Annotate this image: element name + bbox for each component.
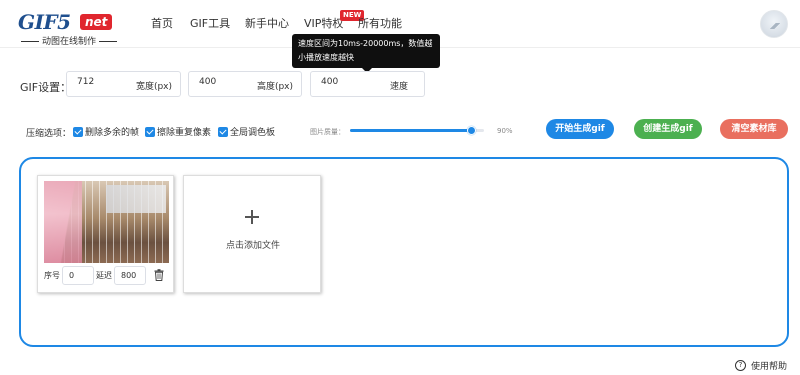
- nav-home[interactable]: 首页: [151, 15, 173, 31]
- create-generate-button[interactable]: 创建生成gif: [634, 119, 702, 139]
- question-circle-icon: ?: [735, 360, 746, 371]
- clear-library-button[interactable]: 清空素材库: [720, 119, 788, 139]
- logo[interactable]: GIF5 net 动图在线制作: [18, 10, 118, 47]
- frame-delay-input[interactable]: 800: [114, 266, 146, 285]
- nav-beginner-center[interactable]: 新手中心: [245, 15, 289, 31]
- trash-icon[interactable]: [154, 269, 164, 281]
- frame-card[interactable]: 序号 0 延迟 800: [37, 175, 174, 293]
- gif-settings-label: GIF设置：: [20, 81, 72, 94]
- nav-vip[interactable]: VIP特权: [304, 15, 343, 31]
- height-suffix: 高度(px): [256, 82, 293, 92]
- checkbox-label: 擦除重复像素: [157, 128, 212, 138]
- checkbox-global-palette[interactable]: 全局调色板: [218, 125, 275, 138]
- quality-slider[interactable]: [350, 126, 484, 135]
- avatar[interactable]: [760, 10, 788, 38]
- quality-label: 图片质量：: [310, 128, 345, 136]
- speed-suffix: 速度: [389, 82, 408, 92]
- speed-tooltip: 速度区间为10ms-20000ms，数值越小播放速度越快: [292, 34, 440, 68]
- frame-index-label: 序号: [44, 271, 60, 280]
- logo-main: GIF5: [18, 10, 71, 34]
- speed-field[interactable]: 速度: [310, 71, 425, 97]
- help-link[interactable]: ? 使用帮助: [735, 359, 787, 372]
- checkbox-remove-extra-frames[interactable]: 删除多余的帧: [73, 125, 139, 138]
- plus-icon: [245, 210, 259, 224]
- logo-tagline: 动图在线制作: [18, 34, 118, 47]
- checkbox-checked-icon[interactable]: [145, 126, 155, 137]
- frame-index-input[interactable]: 0: [62, 266, 94, 285]
- checkbox-checked-icon[interactable]: [73, 126, 83, 137]
- nav-all-features[interactable]: 所有功能: [358, 15, 402, 31]
- quality-slider-fill: [350, 129, 471, 132]
- frame-delay-label: 延迟: [96, 271, 112, 280]
- logo-badge: net: [80, 14, 113, 30]
- width-input[interactable]: [77, 77, 137, 87]
- compress-options-label: 压缩选项：: [26, 129, 72, 139]
- width-field[interactable]: 宽度(px): [66, 71, 181, 97]
- quality-value: 90%: [497, 127, 513, 135]
- checkbox-label: 全局调色板: [230, 128, 276, 138]
- height-field[interactable]: 高度(px): [188, 71, 302, 97]
- width-suffix: 宽度(px): [135, 82, 172, 92]
- nav-gif-tools[interactable]: GIF工具: [190, 15, 230, 31]
- add-file-label: 点击添加文件: [225, 241, 280, 251]
- speed-input[interactable]: [321, 77, 381, 87]
- help-label: 使用帮助: [751, 362, 788, 372]
- frame-controls: 序号 0 延迟 800: [44, 266, 148, 285]
- checkbox-label: 删除多余的帧: [85, 128, 140, 138]
- height-input[interactable]: [199, 77, 259, 87]
- quality-slider-thumb[interactable]: [467, 126, 476, 135]
- add-file-card[interactable]: 点击添加文件: [183, 175, 321, 293]
- checkbox-checked-icon[interactable]: [218, 126, 228, 137]
- frame-thumbnail[interactable]: [44, 181, 169, 263]
- checkbox-erase-duplicate-pixels[interactable]: 擦除重复像素: [145, 125, 211, 138]
- start-generate-button[interactable]: 开始生成gif: [546, 119, 614, 139]
